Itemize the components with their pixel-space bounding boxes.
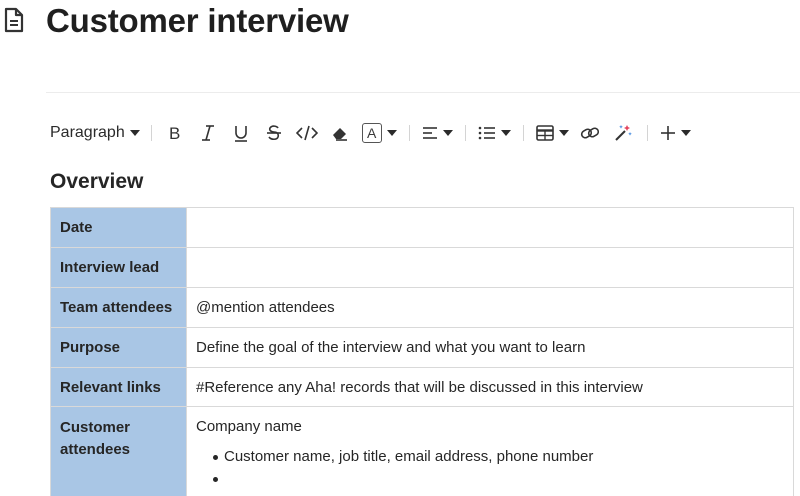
row-value[interactable]: #Reference any Aha! records that will be… (187, 368, 794, 406)
insert-dropdown[interactable] (655, 118, 696, 148)
table-row: Team attendees @mention attendees (50, 288, 794, 328)
row-label[interactable]: Date (50, 208, 187, 247)
table-row: Interview lead (50, 248, 794, 288)
table-icon (535, 125, 554, 141)
alignment-dropdown[interactable] (417, 118, 458, 148)
link-button[interactable] (574, 118, 607, 148)
chevron-down-icon (558, 130, 569, 136)
table-row: Relevant links #Reference any Aha! recor… (50, 368, 794, 407)
ai-assist-button[interactable] (607, 118, 640, 148)
row-value[interactable]: Define the goal of the interview and wha… (187, 328, 794, 367)
magic-wand-icon (615, 125, 633, 141)
toolbar-separator (464, 125, 466, 141)
table-row: Customer attendees Company name Customer… (50, 407, 794, 496)
code-button[interactable] (291, 118, 324, 148)
row-label[interactable]: Purpose (50, 328, 187, 367)
italic-button[interactable] (192, 118, 225, 148)
code-icon (296, 125, 319, 141)
toolbar-separator (522, 125, 524, 141)
clear-format-button[interactable] (324, 118, 357, 148)
underline-icon (235, 126, 248, 142)
editor-toolbar: Paragraph B A (46, 116, 746, 150)
strikethrough-icon (267, 125, 282, 141)
eraser-icon (333, 128, 348, 141)
svg-text:B: B (169, 124, 180, 142)
chevron-down-icon (500, 130, 511, 136)
bold-icon: B (169, 124, 180, 142)
list-item[interactable] (196, 468, 784, 490)
paragraph-style-label: Paragraph (50, 124, 125, 141)
page-title[interactable]: Customer interview (46, 0, 349, 42)
list-item[interactable]: Customer name, job title, email address,… (196, 446, 784, 468)
chevron-down-icon (680, 130, 691, 136)
toolbar-separator (408, 125, 410, 141)
attendee-list: Customer name, job title, email address,… (196, 446, 784, 490)
chevron-down-icon (386, 130, 397, 136)
link-icon (581, 127, 600, 139)
toolbar-separator (150, 125, 152, 141)
chevron-down-icon (129, 130, 140, 136)
row-value[interactable]: @mention attendees (187, 288, 794, 327)
document-icon (4, 7, 24, 33)
row-label[interactable]: Team attendees (50, 288, 187, 327)
row-value[interactable] (187, 248, 794, 287)
title-divider (46, 92, 800, 93)
list-dropdown[interactable] (473, 118, 516, 148)
align-left-icon (422, 127, 437, 139)
overview-table: Date Interview lead Team attendees @ment… (50, 207, 794, 496)
strikethrough-button[interactable] (258, 118, 291, 148)
text-color-dropdown[interactable]: A (357, 118, 402, 148)
chevron-down-icon (442, 130, 453, 136)
section-heading-overview[interactable]: Overview (50, 168, 143, 196)
title-bar: Customer interview (0, 0, 800, 42)
row-label[interactable]: Interview lead (50, 248, 187, 287)
underline-button[interactable] (225, 118, 258, 148)
table-row: Date (50, 208, 794, 248)
row-label[interactable]: Relevant links (50, 368, 187, 406)
row-value[interactable]: Company name Customer name, job title, e… (187, 407, 794, 496)
company-name-text[interactable]: Company name (196, 416, 784, 438)
bold-button[interactable]: B (159, 118, 192, 148)
row-label[interactable]: Customer attendees (50, 407, 187, 496)
row-value[interactable] (187, 208, 794, 247)
text-color-icon: A (361, 123, 382, 143)
toolbar-separator (646, 125, 648, 141)
table-row: Purpose Define the goal of the interview… (50, 328, 794, 368)
table-dropdown[interactable] (531, 118, 574, 148)
bulleted-list-icon (478, 126, 495, 140)
italic-icon (202, 125, 215, 141)
plus-icon (660, 126, 675, 140)
paragraph-style-dropdown[interactable]: Paragraph (46, 118, 144, 148)
